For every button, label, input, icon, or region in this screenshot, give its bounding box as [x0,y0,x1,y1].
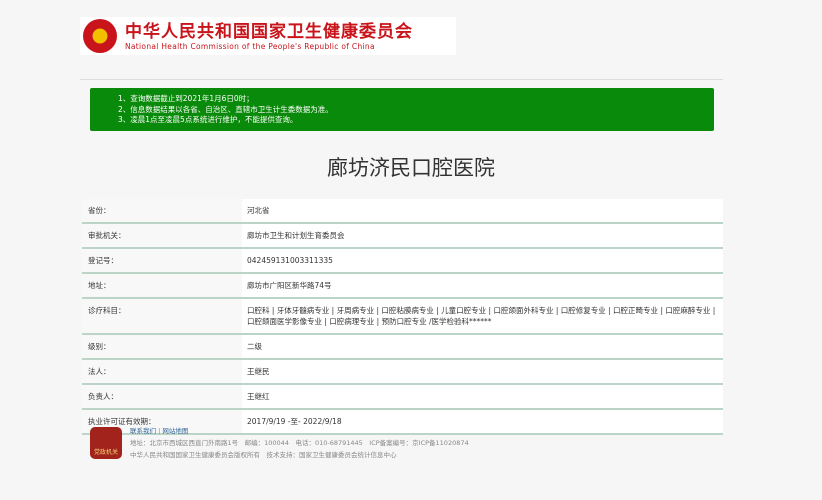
sitemap-link[interactable]: 网站地图 [162,427,188,435]
footer-copyright: 中华人民共和国国家卫生健康委员会版权所有 技术支持：国家卫生健康委员会统计信息中… [130,451,397,459]
detail-table: 省份： 河北省 审批机关： 廊坊市卫生和计划生育委员会 登记号： 0424591310… [82,199,723,435]
site-title-cn: 中华人民共和国国家卫生健康委员会 [125,21,413,42]
row-label: 审批机关： [82,224,242,247]
table-row: 地址： 廊坊市广阳区新华路74号 [82,274,723,299]
table-row: 法人： 王继民 [82,360,723,385]
table-row: 负责人： 王继红 [82,385,723,410]
row-label: 诊疗科目： [82,299,242,333]
row-label: 级别： [82,335,242,358]
table-row: 级别： 二级 [82,335,723,360]
divider [80,79,723,80]
contact-link[interactable]: 联系我们 [130,427,156,435]
row-label: 省份： [82,199,242,222]
table-row: 审批机关： 廊坊市卫生和计划生育委员会 [82,224,723,249]
table-row: 省份： 河北省 [82,199,723,224]
row-value: 廊坊市卫生和计划生育委员会 [247,231,345,240]
row-value: 042459131003311335 [247,256,333,265]
national-emblem-icon [83,19,117,53]
gov-badge-icon[interactable]: 党政机关 [90,427,122,459]
row-value: 廊坊市广阳区新华路74号 [247,281,332,290]
notice-line: 1、查询数据截止到2021年1月6日0时； [118,94,254,103]
footer-address: 地址：北京市西城区西直门外南路1号 邮编：100044 电话：010-68791… [130,439,469,447]
row-value: 王继民 [247,367,270,376]
table-row: 登记号： 042459131003311335 [82,249,723,274]
link-separator: | [158,427,161,435]
notice-line: 2、信息数据结果以各省、自治区、直辖市卫生计生委数据为准。 [118,104,333,114]
row-label: 负责人： [82,385,242,408]
row-label: 登记号： [82,249,242,272]
site-header[interactable]: 中华人民共和国国家卫生健康委员会 National Health Commiss… [80,17,456,55]
row-value: 口腔科 | 牙体牙髓病专业 | 牙周病专业 | 口腔粘膜病专业 | 儿童口腔专业… [247,306,716,326]
site-title-en: National Health Commission of the People… [125,41,375,51]
table-row: 诊疗科目： 口腔科 | 牙体牙髓病专业 | 牙周病专业 | 口腔粘膜病专业 | 儿… [82,299,723,335]
notice-line: 3、凌晨1点至凌晨5点系统进行维护，不能提供查询。 [118,115,298,124]
row-value: 河北省 [247,206,270,215]
row-value: 王继红 [247,392,270,401]
page-title: 廊坊济民口腔医院 [327,156,495,180]
footer: 党政机关 联系我们 | 网站地图 地址：北京市西城区西直门外南路1号 邮编：10… [90,425,469,461]
row-label: 地址： [82,274,242,297]
row-value: 二级 [247,342,262,351]
notice-box: 1、查询数据截止到2021年1月6日0时； 2、信息数据结果以各省、自治区、直辖… [90,88,714,131]
row-label: 法人： [82,360,242,383]
